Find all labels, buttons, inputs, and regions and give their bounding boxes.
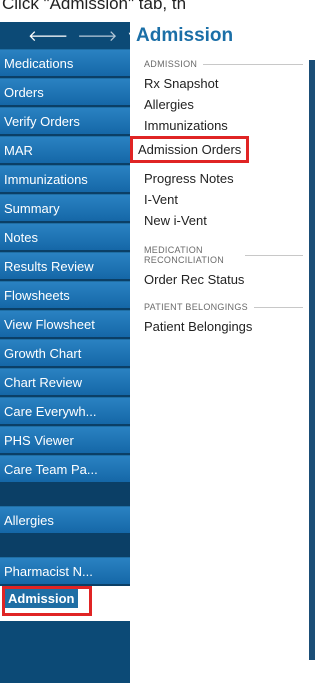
menu-item-allergies[interactable]: Allergies <box>144 94 315 115</box>
nav-item-care-everywhere[interactable]: Care Everywh... <box>0 397 130 426</box>
section-rule <box>253 306 303 308</box>
back-arrow-icon[interactable]: 🡐 <box>28 26 68 45</box>
nav-item-label: Summary <box>4 201 60 216</box>
menu-item-progress-notes[interactable]: Progress Notes <box>144 168 315 189</box>
nav-item-phs-viewer[interactable]: PHS Viewer <box>0 426 130 455</box>
nav-separator <box>0 484 130 506</box>
section-rule <box>203 63 303 65</box>
nav-item-label: MAR <box>4 143 33 158</box>
nav-item-mar[interactable]: MAR <box>0 136 130 165</box>
nav-item-care-team[interactable]: Care Team Pa... <box>0 455 130 484</box>
nav-separator <box>0 535 130 557</box>
highlight-box <box>2 586 92 616</box>
admission-orders-wrap: Admission Orders <box>130 136 315 168</box>
panel-header: Admission <box>130 22 315 49</box>
menu-item-rx-snapshot[interactable]: Rx Snapshot <box>144 73 315 94</box>
nav-item-verify-orders[interactable]: Verify Orders <box>0 107 130 136</box>
section-label-text: PATIENT BELONGINGS <box>144 302 248 312</box>
menu-item-order-rec-status[interactable]: Order Rec Status <box>144 269 315 290</box>
nav-item-label: Results Review <box>4 259 94 274</box>
section-medication-reconciliation: MEDICATION RECONCILIATION Order Rec Stat… <box>130 245 315 290</box>
nav-item-view-flowsheet[interactable]: View Flowsheet <box>0 310 130 339</box>
nav-item-label: Verify Orders <box>4 114 80 129</box>
admission-flyout-panel: Admission ADMISSION Rx Snapshot Allergie… <box>130 22 315 683</box>
nav-item-admission[interactable]: Admission <box>0 586 130 621</box>
menu-item-immunizations[interactable]: Immunizations <box>144 115 315 136</box>
nav-item-label: Orders <box>4 85 44 100</box>
nav-item-allergies[interactable]: Allergies <box>0 506 130 535</box>
nav-item-label: View Flowsheet <box>4 317 95 332</box>
nav-item-label: Chart Review <box>4 375 83 390</box>
menu-item-i-vent[interactable]: I-Vent <box>144 189 315 210</box>
nav-item-medications[interactable]: Medications <box>0 49 130 78</box>
section-label: ADMISSION <box>144 59 315 69</box>
nav-item-label: Care Everywh... <box>4 404 97 419</box>
nav-item-label: Pharmacist N... <box>4 564 93 579</box>
nav-item-summary[interactable]: Summary <box>0 194 130 223</box>
nav-item-label: Notes <box>4 230 38 245</box>
section-patient-belongings: PATIENT BELONGINGS Patient Belongings <box>130 302 315 337</box>
nav-item-growth-chart[interactable]: Growth Chart <box>0 339 130 368</box>
nav-item-label: Allergies <box>4 513 54 528</box>
instruction-caption: Click "Admission" tab, th <box>0 0 315 22</box>
nav-item-label: PHS Viewer <box>4 433 74 448</box>
section-label-text: ADMISSION <box>144 59 198 69</box>
forward-arrow-icon[interactable]: 🡒 <box>77 26 117 45</box>
section-admission: ADMISSION Rx Snapshot Allergies Immuniza… <box>130 59 315 231</box>
left-navigation: 🡐 🡒 ▼ Medications Orders Verify Orders M… <box>0 22 137 683</box>
nav-item-pharmacist-notes[interactable]: Pharmacist N... <box>0 557 130 586</box>
nav-item-label: Care Team Pa... <box>4 462 98 477</box>
section-label: MEDICATION RECONCILIATION <box>144 245 315 265</box>
nav-item-label: Growth Chart <box>4 346 82 361</box>
nav-item-label: Medications <box>4 56 74 71</box>
panel-right-border <box>309 60 315 660</box>
nav-item-orders[interactable]: Orders <box>0 78 130 107</box>
nav-item-results-review[interactable]: Results Review <box>0 252 130 281</box>
caption-text: Click "Admission" tab, th <box>2 0 187 13</box>
nav-item-label: Flowsheets <box>4 288 70 303</box>
nav-history-bar: 🡐 🡒 ▼ <box>0 22 137 49</box>
nav-list: Medications Orders Verify Orders MAR Imm… <box>0 49 130 621</box>
nav-item-label: Immunizations <box>4 172 88 187</box>
menu-item-patient-belongings[interactable]: Patient Belongings <box>144 316 315 337</box>
nav-item-immunizations[interactable]: Immunizations <box>0 165 130 194</box>
panel-title: Admission <box>136 24 234 46</box>
menu-item-new-i-vent[interactable]: New i-Vent <box>144 210 315 231</box>
nav-item-chart-review[interactable]: Chart Review <box>0 368 130 397</box>
nav-item-notes[interactable]: Notes <box>0 223 130 252</box>
nav-item-flowsheets[interactable]: Flowsheets <box>0 281 130 310</box>
section-rule <box>245 254 303 256</box>
section-label-text: MEDICATION RECONCILIATION <box>144 245 225 265</box>
section-label: PATIENT BELONGINGS <box>144 302 315 312</box>
menu-item-admission-orders[interactable]: Admission Orders <box>130 136 250 163</box>
